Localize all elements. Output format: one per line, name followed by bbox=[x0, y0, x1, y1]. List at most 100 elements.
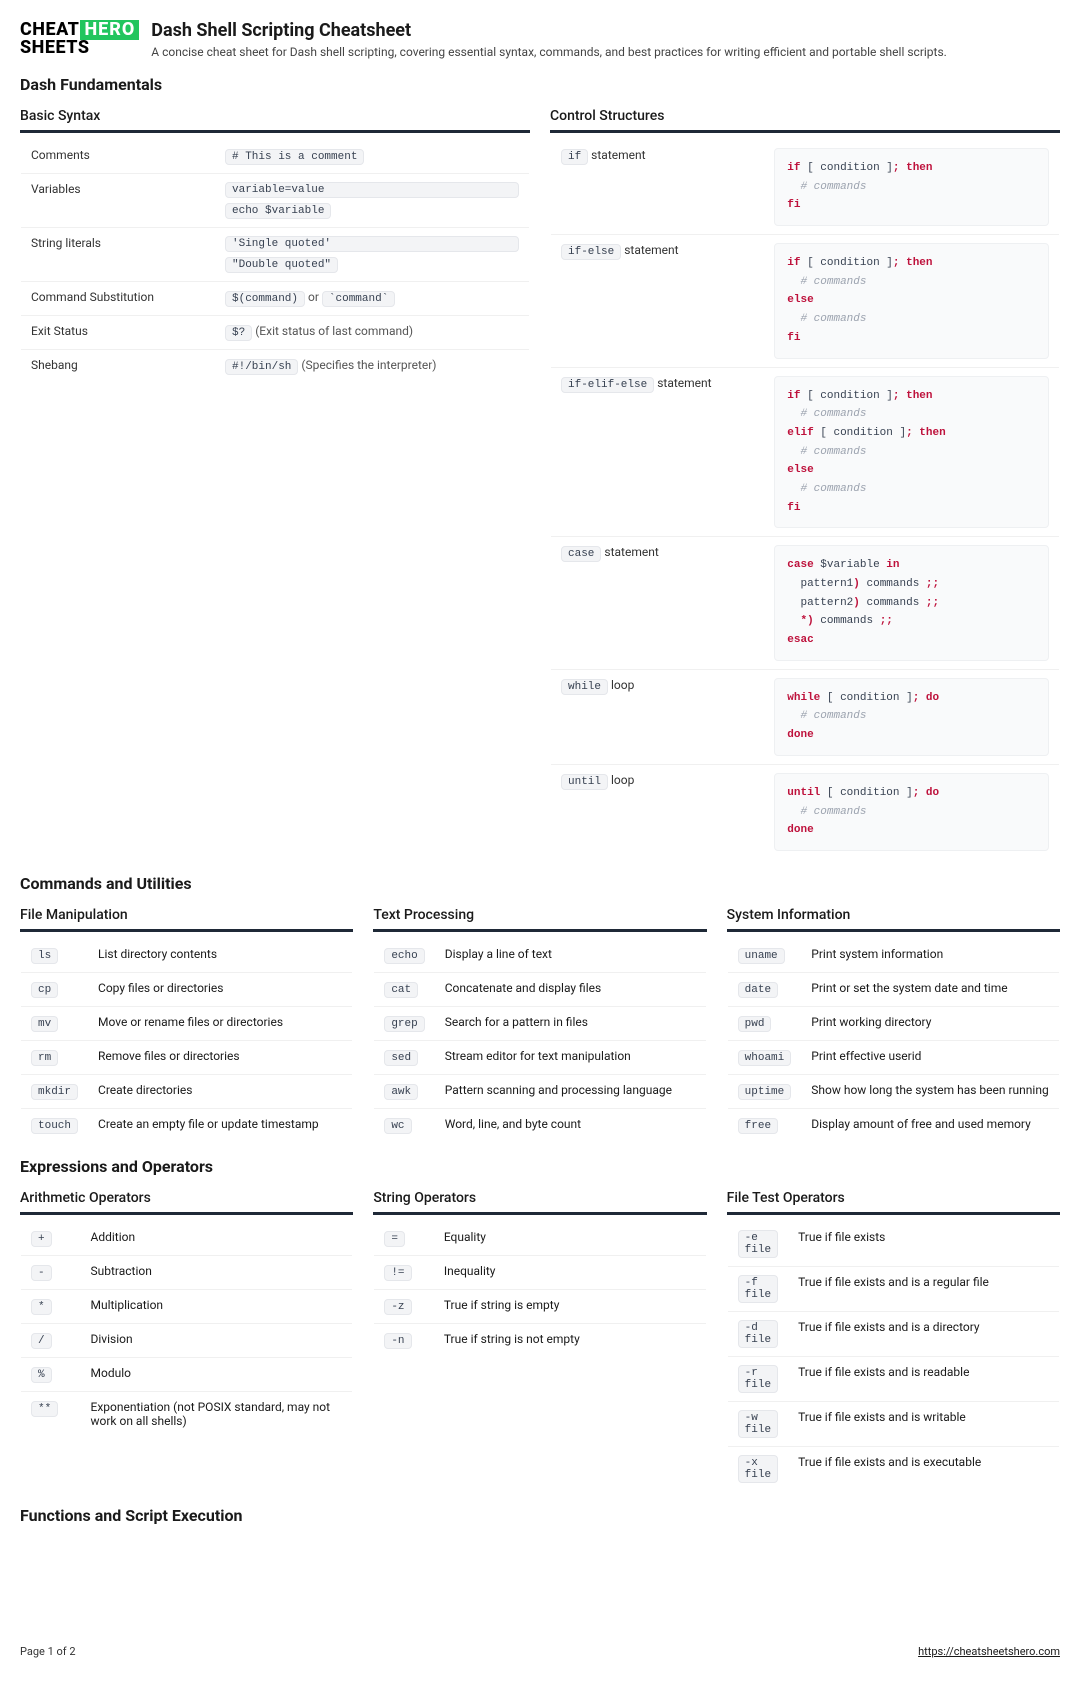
code-snippet: cp bbox=[31, 982, 58, 998]
row-label: statement bbox=[621, 243, 678, 257]
row-desc: Inequality bbox=[434, 1255, 706, 1289]
row-desc: Equality bbox=[434, 1221, 706, 1255]
header-text: Dash Shell Scripting Cheatsheet A concis… bbox=[151, 20, 947, 59]
row-desc: Multiplication bbox=[81, 1289, 353, 1323]
table-row: grepSearch for a pattern in files bbox=[374, 1006, 706, 1040]
code-block: case $variable in pattern1) commands ;; … bbox=[774, 545, 1049, 660]
table-row: ** Exponentiation (not POSIX standard, ma… bbox=[21, 1391, 353, 1436]
section-title-functions: Functions and Script Execution bbox=[20, 1506, 1060, 1525]
code-snippet: -x file bbox=[738, 1455, 778, 1483]
code-snippet: + bbox=[31, 1231, 52, 1247]
code-snippet: touch bbox=[31, 1118, 78, 1134]
table-row: awkPattern scanning and processing langu… bbox=[374, 1074, 706, 1108]
table-basic-syntax: Comments # This is a comment Variables v… bbox=[20, 139, 530, 384]
table-row: Shebang #!/bin/sh (Specifies the interpr… bbox=[21, 350, 530, 384]
table-row: -r fileTrue if file exists and is readab… bbox=[727, 1356, 1059, 1401]
footer-link[interactable]: https://cheatsheetshero.com bbox=[918, 1645, 1060, 1658]
code-snippet: % bbox=[31, 1367, 52, 1383]
code-snippet: 'Single quoted' bbox=[225, 236, 519, 252]
code-snippet: -w file bbox=[738, 1410, 778, 1438]
row-desc: Print or set the system date and time bbox=[801, 972, 1059, 1006]
row-desc: True if file exists and is a regular fil… bbox=[788, 1266, 1059, 1311]
row-desc: Create an empty file or update timestamp bbox=[88, 1108, 353, 1142]
row-label: String literals bbox=[21, 228, 216, 282]
subsection-title-system-information: System Information bbox=[727, 907, 1060, 932]
page-title: Dash Shell Scripting Cheatsheet bbox=[151, 20, 947, 41]
page-header: CHEAT HERO SHEETS Dash Shell Scripting C… bbox=[20, 20, 1060, 59]
row-desc: Move or rename files or directories bbox=[88, 1006, 353, 1040]
code-snippet: whoami bbox=[738, 1050, 792, 1066]
code-snippet: -f file bbox=[738, 1275, 778, 1303]
table-row: if-elif-else statement if [ condition ];… bbox=[551, 367, 1060, 537]
row-desc: Exponentiation (not POSIX standard, may … bbox=[81, 1391, 353, 1436]
table-row: Exit Status $? (Exit status of last comm… bbox=[21, 316, 530, 350]
code-block: if [ condition ]; then # commands elif [… bbox=[774, 376, 1049, 529]
table-row: case statement case $variable in pattern… bbox=[551, 537, 1060, 669]
row-desc: True if file exists and is a directory bbox=[788, 1311, 1059, 1356]
table-row: mv Move or rename files or directories bbox=[21, 1006, 353, 1040]
table-row: != Inequality bbox=[374, 1255, 706, 1289]
row-desc: Word, line, and byte count bbox=[435, 1108, 706, 1142]
subsection-title-filetest: File Test Operators bbox=[727, 1190, 1060, 1215]
table-file-manipulation: lsList directory contentscpCopy files or… bbox=[20, 938, 353, 1143]
code-snippet: / bbox=[31, 1333, 52, 1349]
code-snippet: -e file bbox=[738, 1230, 778, 1258]
code-snippet: - bbox=[31, 1265, 52, 1281]
code-snippet: sed bbox=[384, 1050, 418, 1066]
code-snippet: uptime bbox=[738, 1084, 792, 1100]
note-text: (Specifies the interpreter) bbox=[301, 358, 436, 372]
section-title-expressions: Expressions and Operators bbox=[20, 1157, 1060, 1176]
row-desc: True if string is not empty bbox=[434, 1323, 706, 1357]
row-desc: True if file exists bbox=[788, 1221, 1059, 1266]
table-row: + Addition bbox=[21, 1221, 353, 1255]
code-snippet: uname bbox=[738, 948, 785, 964]
code-snippet: -z bbox=[384, 1299, 411, 1315]
code-snippet: case bbox=[561, 546, 601, 562]
table-row: catConcatenate and display files bbox=[374, 972, 706, 1006]
code-snippet: * bbox=[31, 1299, 52, 1315]
logo-text-cheat: CHEAT bbox=[20, 22, 79, 38]
code-snippet: # This is a comment bbox=[225, 149, 364, 165]
row-desc: Division bbox=[81, 1323, 353, 1357]
subsection-title-string: String Operators bbox=[373, 1190, 706, 1215]
table-row: - Subtraction bbox=[21, 1255, 353, 1289]
code-snippet: until bbox=[561, 774, 608, 790]
code-snippet: $(command) bbox=[225, 291, 305, 307]
code-snippet: != bbox=[384, 1265, 411, 1281]
subsection-title-basic-syntax: Basic Syntax bbox=[20, 108, 530, 133]
table-row: whoamiPrint effective userid bbox=[727, 1040, 1059, 1074]
code-block: while [ condition ]; do # commands done bbox=[774, 678, 1049, 756]
row-label: Variables bbox=[21, 174, 216, 228]
row-desc: Search for a pattern in files bbox=[435, 1006, 706, 1040]
table-row: -w fileTrue if file exists and is writab… bbox=[727, 1401, 1059, 1446]
code-snippet: mv bbox=[31, 1016, 58, 1032]
row-desc: Concatenate and display files bbox=[435, 972, 706, 1006]
row-desc: Print working directory bbox=[801, 1006, 1059, 1040]
table-system-information: unamePrint system information date Print o… bbox=[727, 938, 1060, 1143]
table-row: lsList directory contents bbox=[21, 938, 353, 972]
table-row: -nTrue if string is not empty bbox=[374, 1323, 706, 1357]
table-row: touch Create an empty file or update time… bbox=[21, 1108, 353, 1142]
table-row: mkdirCreate directories bbox=[21, 1074, 353, 1108]
row-desc: Modulo bbox=[81, 1357, 353, 1391]
code-snippet: ls bbox=[31, 948, 58, 964]
row-desc: Remove files or directories bbox=[88, 1040, 353, 1074]
table-row: Comments # This is a comment bbox=[21, 140, 530, 174]
logo: CHEAT HERO SHEETS bbox=[20, 20, 139, 56]
code-snippet: echo bbox=[384, 948, 424, 964]
subsection-title-control-structures: Control Structures bbox=[550, 108, 1060, 133]
row-desc: Display amount of free and used memory bbox=[801, 1108, 1059, 1142]
code-snippet: ** bbox=[31, 1401, 58, 1417]
code-snippet: `command` bbox=[322, 291, 395, 307]
row-desc: Addition bbox=[81, 1221, 353, 1255]
table-row: % Modulo bbox=[21, 1357, 353, 1391]
row-desc: Create directories bbox=[88, 1074, 353, 1108]
subsection-title-text-processing: Text Processing bbox=[373, 907, 706, 932]
row-desc: Subtraction bbox=[81, 1255, 353, 1289]
table-row: unamePrint system information bbox=[727, 938, 1059, 972]
table-row: if-else statement if [ condition ]; then… bbox=[551, 235, 1060, 367]
table-arithmetic: + Addition - Subtraction * Multiplication / Div… bbox=[20, 1221, 353, 1437]
table-row: -e file True if file exists bbox=[727, 1221, 1059, 1266]
code-block: if [ condition ]; then # commands else #… bbox=[774, 243, 1049, 358]
code-snippet: date bbox=[738, 982, 778, 998]
